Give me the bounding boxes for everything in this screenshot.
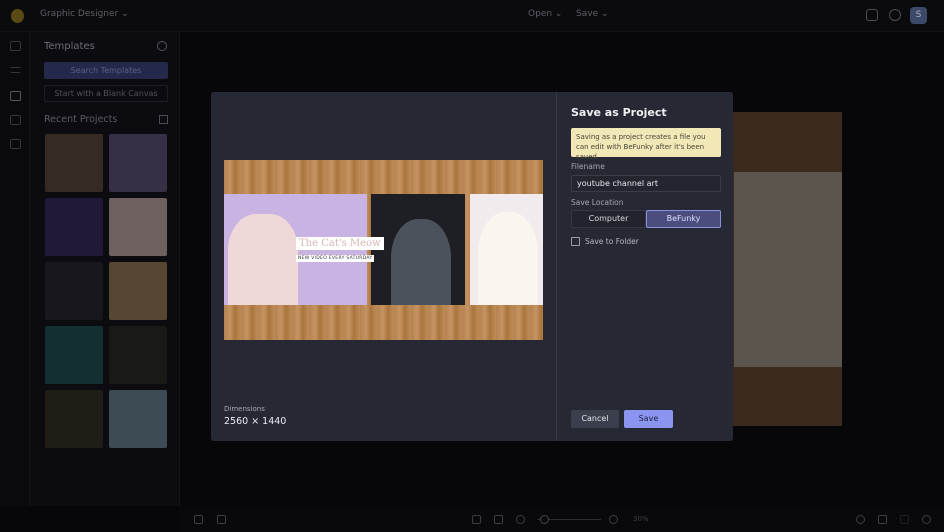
zoom-level: 30% [633,515,649,523]
history-icon[interactable] [922,515,931,524]
befunky-logo-icon[interactable] [11,9,24,23]
zoom-in-icon[interactable] [609,515,618,524]
blank-canvas-button[interactable]: Start with a Blank Canvas [44,85,168,102]
save-menu[interactable]: Save ⌄ [576,9,609,19]
text-icon[interactable] [10,139,21,149]
recent-project-thumbnail[interactable] [109,198,167,256]
info-note: Saving as a project creates a file you c… [571,128,721,161]
recent-project-thumbnail[interactable] [45,198,103,256]
zoom-out-icon[interactable] [516,515,525,524]
preview-photo-white-cat [470,194,543,305]
save-as-project-dialog: The Cat's Meow NEW VIDEO EVERY SATURDAY … [211,92,733,441]
recent-project-thumbnail[interactable] [109,262,167,320]
templates-panel: Templates Search Templates Start with a … [30,32,180,506]
comment-icon[interactable] [866,9,878,21]
recent-project-thumbnail[interactable] [45,326,103,384]
canvas-artwork[interactable] [720,112,842,426]
external-link-icon[interactable] [159,115,168,124]
save-options-pane: Save as Project Saving as a project crea… [556,92,733,441]
menu-icon[interactable] [10,67,21,73]
recent-project-thumbnail[interactable] [109,326,167,384]
dimensions-value: 2560 × 1440 [224,416,287,427]
top-bar: Graphic Designer ⌄ Open ⌄ Save ⌄ S [0,0,944,32]
cancel-button[interactable]: Cancel [571,410,619,428]
recent-project-thumbnail[interactable] [45,262,103,320]
preview-subtitle: NEW VIDEO EVERY SATURDAY [296,255,375,262]
save-to-folder-checkbox[interactable] [571,237,580,246]
info-icon[interactable] [157,41,167,51]
layers-icon[interactable] [194,515,203,524]
rotate-icon[interactable] [856,515,865,524]
filename-label: Filename [571,162,605,171]
elements-icon[interactable] [10,115,21,125]
preview-title: The Cat's Meow [296,237,384,250]
location-computer-button[interactable]: Computer [571,210,646,228]
recent-projects-title: Recent Projects [44,114,118,125]
search-templates-button[interactable]: Search Templates [44,62,168,79]
open-label: Open [528,9,553,19]
recent-project-thumbnail[interactable] [109,134,167,192]
workspace-dropdown[interactable]: Graphic Designer ⌄ [40,9,129,19]
filename-input[interactable]: youtube channel art [571,175,721,192]
dialog-title: Save as Project [571,106,667,119]
canvas-cat-photo [734,172,842,367]
panel-title: Templates [44,41,95,52]
save-label: Save [576,9,599,19]
layout-icon[interactable] [10,41,21,51]
project-preview: The Cat's Meow NEW VIDEO EVERY SATURDAY [224,160,543,340]
actual-size-icon[interactable] [494,515,503,524]
grid-icon[interactable] [217,515,226,524]
recent-project-thumbnail[interactable] [109,390,167,448]
dimensions-label: Dimensions [224,405,265,413]
recent-project-thumbnail[interactable] [45,134,103,192]
save-to-folder-label[interactable]: Save to Folder [585,237,639,246]
save-button[interactable]: Save [624,410,673,428]
templates-icon[interactable] [10,91,21,101]
workspace-label: Graphic Designer [40,9,119,19]
zoom-slider[interactable] [537,515,601,524]
avatar[interactable]: S [910,7,927,24]
save-location-label: Save Location [571,198,624,207]
preview-photo-grey-cat [371,194,465,305]
open-menu[interactable]: Open ⌄ [528,9,562,19]
undo-icon[interactable] [878,515,887,524]
recent-project-thumbnail[interactable] [45,390,103,448]
help-icon[interactable] [889,9,901,21]
zoom-slider-handle[interactable] [539,515,549,524]
tool-rail [0,32,30,506]
redo-icon[interactable] [900,515,909,524]
location-befunky-button[interactable]: BeFunky [646,210,721,228]
fit-screen-icon[interactable] [472,515,481,524]
